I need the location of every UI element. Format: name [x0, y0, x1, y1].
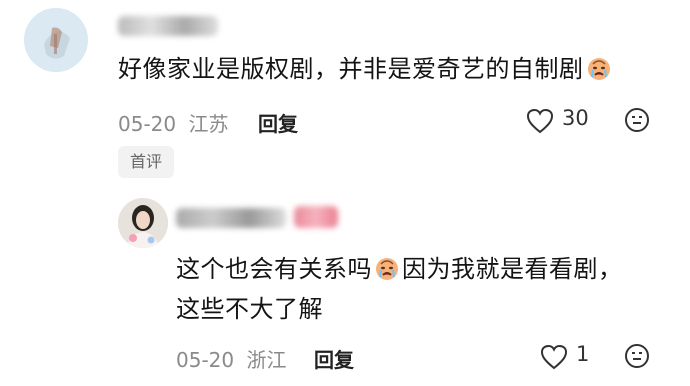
replier-avatar[interactable]	[118, 198, 168, 248]
reply-location: 浙江	[246, 348, 287, 372]
commenter-avatar[interactable]	[24, 8, 88, 72]
replier-badge-blurred	[294, 206, 338, 228]
reply-like-count: 1	[576, 342, 590, 366]
comment-location: 江苏	[188, 112, 229, 136]
reply-meta: 05-20 浙江	[176, 344, 286, 373]
first-comment-badge: 首评	[118, 146, 174, 178]
comment-like-button[interactable]: 30	[526, 106, 596, 136]
comment-emoji-react-icon[interactable]	[624, 107, 650, 137]
commenter-name-blurred[interactable]	[118, 16, 218, 36]
reply-text-part2: 因为我就是看看剧，	[402, 255, 623, 283]
reply-like-button[interactable]: 1	[540, 342, 600, 372]
comment-meta: 05-20 江苏	[118, 108, 228, 137]
comment-like-count: 30	[562, 106, 589, 130]
comment-text-content: 好像家业是版权剧，并非是爱奇艺的自制剧	[118, 55, 584, 83]
reply-date: 05-20	[176, 348, 235, 372]
reply-reply-button[interactable]: 回复	[314, 344, 354, 373]
reply-text-part1: 这个也会有关系吗	[176, 255, 372, 283]
reply-text-line1: 这个也会有关系吗 因为我就是看看剧，	[176, 252, 623, 286]
comment-reply-button[interactable]: 回复	[258, 108, 298, 137]
crying-face-icon	[374, 255, 400, 281]
heart-icon	[526, 108, 554, 134]
comment-date: 05-20	[118, 112, 177, 136]
reply-emoji-react-icon[interactable]	[624, 343, 650, 373]
comment-text: 好像家业是版权剧，并非是爱奇艺的自制剧	[118, 52, 614, 86]
reply-text-line2: 这些不大了解	[176, 295, 323, 323]
crying-face-icon	[586, 55, 612, 81]
replier-name-blurred[interactable]	[176, 208, 286, 228]
heart-icon	[540, 344, 568, 370]
